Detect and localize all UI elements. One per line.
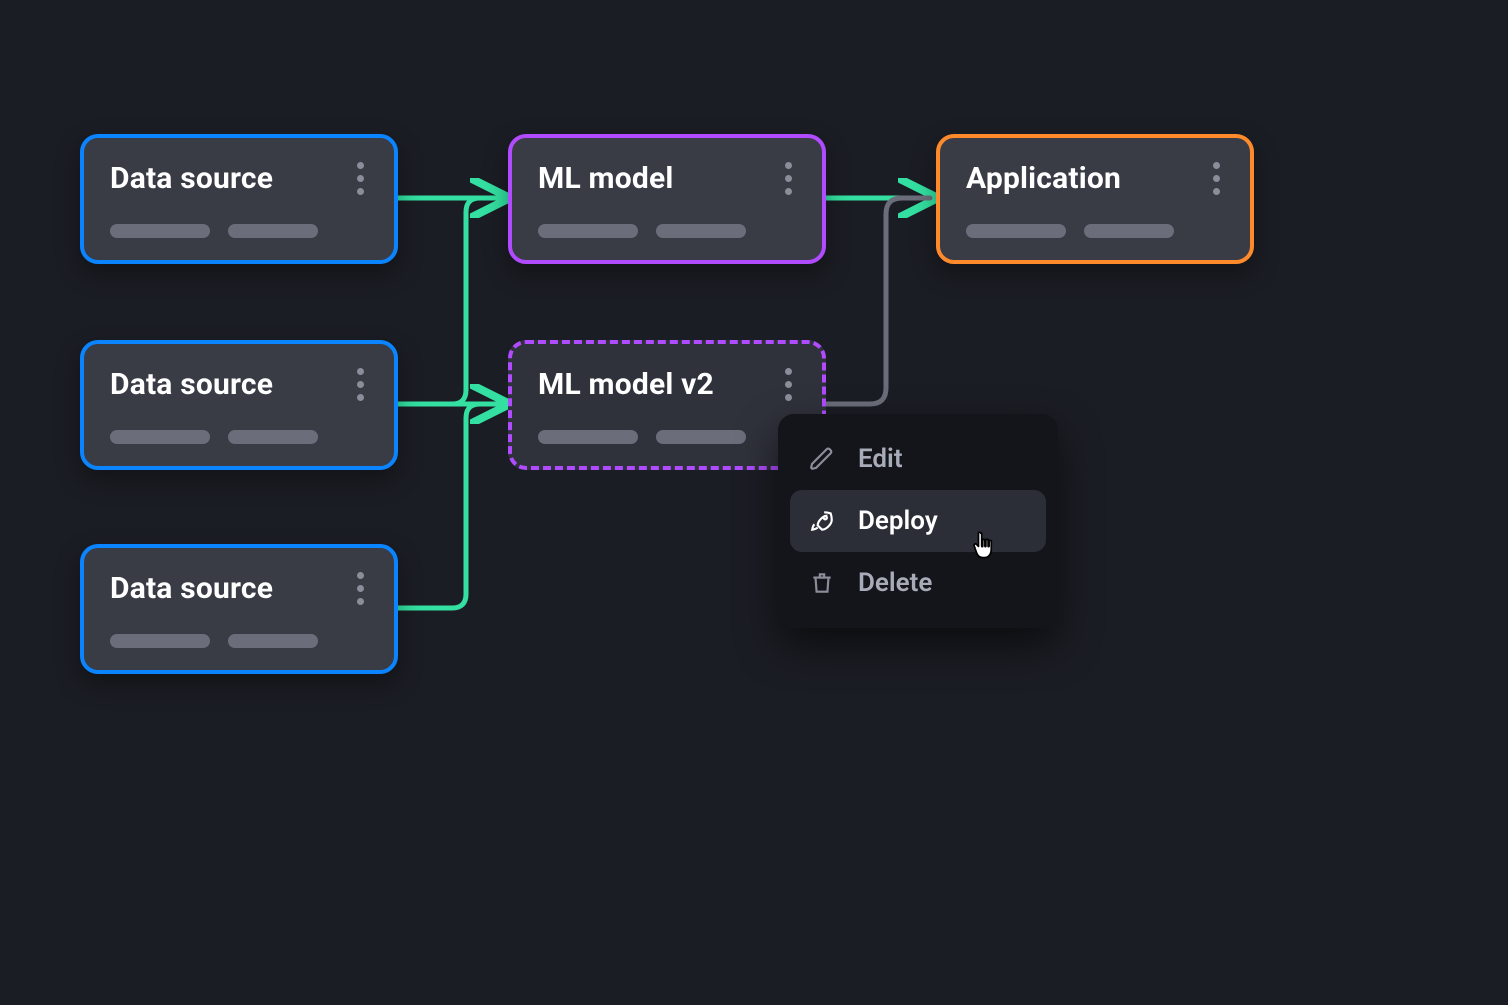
node-title: Data source	[110, 571, 273, 606]
more-dots-icon[interactable]	[781, 364, 796, 405]
workflow-canvas[interactable]: Data source Data source Data source ML m…	[0, 0, 1508, 1005]
node-meta-pills	[110, 224, 368, 238]
node-ml-model[interactable]: ML model	[508, 134, 826, 264]
node-title: Data source	[110, 161, 273, 196]
node-meta-pills	[538, 430, 796, 444]
node-meta-pills	[110, 634, 368, 648]
node-title: Data source	[110, 367, 273, 402]
menu-item-label: Deploy	[858, 506, 938, 536]
node-data-source-1[interactable]: Data source	[80, 134, 398, 264]
more-dots-icon[interactable]	[353, 364, 368, 405]
menu-item-edit[interactable]: Edit	[790, 428, 1046, 490]
node-title: ML model v2	[538, 367, 714, 402]
more-dots-icon[interactable]	[353, 568, 368, 609]
node-title: Application	[966, 161, 1121, 196]
pencil-icon	[808, 445, 836, 473]
node-title: ML model	[538, 161, 674, 196]
menu-item-label: Delete	[858, 568, 932, 598]
context-menu: Edit Deploy Delete	[778, 414, 1058, 628]
menu-item-deploy[interactable]: Deploy	[790, 490, 1046, 552]
rocket-icon	[808, 507, 836, 535]
trash-icon	[808, 569, 836, 597]
menu-item-delete[interactable]: Delete	[790, 552, 1046, 614]
more-dots-icon[interactable]	[781, 158, 796, 199]
node-application[interactable]: Application	[936, 134, 1254, 264]
node-data-source-2[interactable]: Data source	[80, 340, 398, 470]
pointer-cursor-icon	[972, 531, 1002, 565]
node-meta-pills	[966, 224, 1224, 238]
more-dots-icon[interactable]	[1209, 158, 1224, 199]
node-meta-pills	[538, 224, 796, 238]
more-dots-icon[interactable]	[353, 158, 368, 199]
node-meta-pills	[110, 430, 368, 444]
menu-item-label: Edit	[858, 444, 903, 474]
node-data-source-3[interactable]: Data source	[80, 544, 398, 674]
